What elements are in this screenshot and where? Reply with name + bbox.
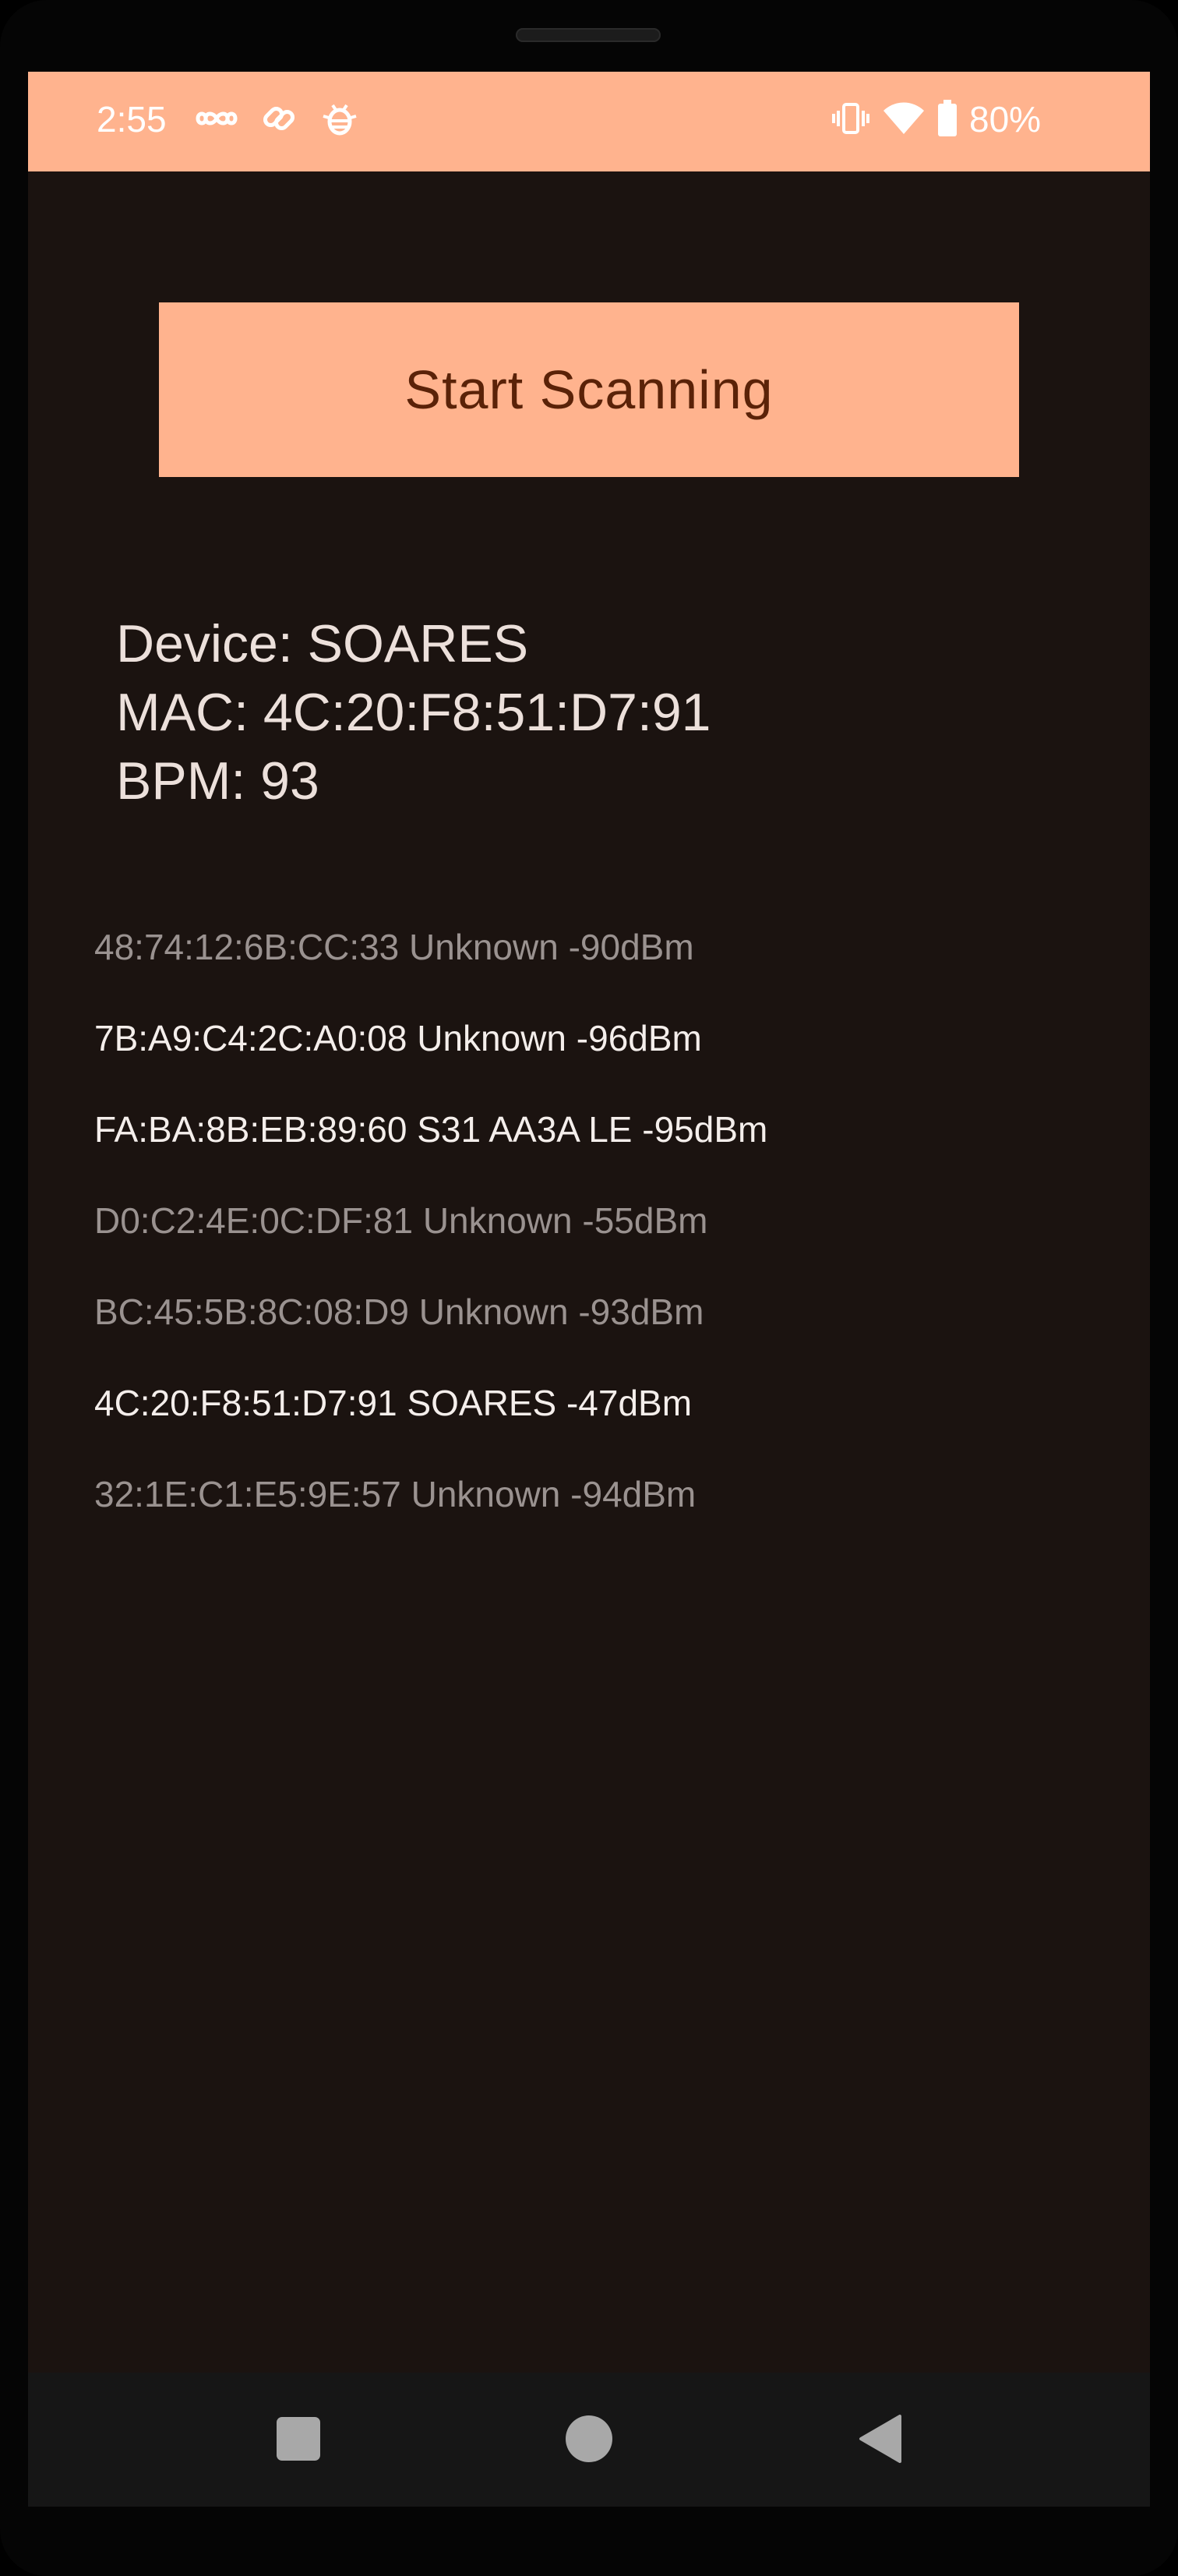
start-scanning-button[interactable]: Start Scanning	[159, 302, 1019, 477]
battery-percent: 80%	[969, 99, 1042, 140]
scan-result-item[interactable]: D0:C2:4E:0C:DF:81 Unknown -55dBm	[94, 1175, 1107, 1267]
earpiece-speaker	[516, 28, 661, 42]
scan-result-item[interactable]: 4C:20:F8:51:D7:91 SOARES -47dBm	[94, 1358, 1107, 1449]
scan-result-item[interactable]: 48:74:12:6B:CC:33 Unknown -90dBm	[94, 902, 1107, 993]
scan-result-item[interactable]: FA:BA:8B:EB:89:60 S31 AA3A LE -95dBm	[94, 1084, 1107, 1175]
device-mac-text: MAC: 4C:20:F8:51:D7:91	[116, 683, 711, 742]
scan-results-list: 48:74:12:6B:CC:33 Unknown -90dBm 7B:A9:C4…	[94, 902, 1107, 1540]
wifi-icon	[879, 94, 929, 143]
recents-button[interactable]	[256, 2396, 341, 2482]
battery-icon	[930, 94, 965, 143]
connected-device-info: Device: SOARES MAC: 4C:20:F8:51:D7:91 BP…	[116, 610, 711, 815]
navigation-bar	[28, 2373, 1150, 2507]
status-time: 2:55	[97, 99, 167, 140]
bug-icon	[315, 94, 365, 143]
vibrate-icon	[826, 94, 876, 143]
home-button[interactable]	[546, 2396, 632, 2482]
infinity-icon	[192, 94, 242, 143]
start-scanning-label: Start Scanning	[404, 359, 774, 420]
device-bpm-text: BPM: 93	[116, 751, 319, 811]
home-icon	[566, 2415, 612, 2462]
status-bar: 2:55 80%	[28, 72, 1150, 171]
phone-frame: 2:55 80% Start Scanning Device: SOARES M…	[0, 0, 1178, 2576]
recents-icon	[277, 2417, 320, 2461]
screen: 2:55 80% Start Scanning Device: SOARES M…	[28, 72, 1150, 2507]
scan-result-item[interactable]: 7B:A9:C4:2C:A0:08 Unknown -96dBm	[94, 993, 1107, 1084]
link-icon	[254, 94, 304, 143]
back-icon	[859, 2415, 901, 2463]
scan-result-item[interactable]: BC:45:5B:8C:08:D9 Unknown -93dBm	[94, 1267, 1107, 1358]
scan-result-item[interactable]: 32:1E:C1:E5:9E:57 Unknown -94dBm	[94, 1449, 1107, 1540]
device-name-text: Device: SOARES	[116, 614, 529, 673]
back-button[interactable]	[838, 2396, 924, 2482]
